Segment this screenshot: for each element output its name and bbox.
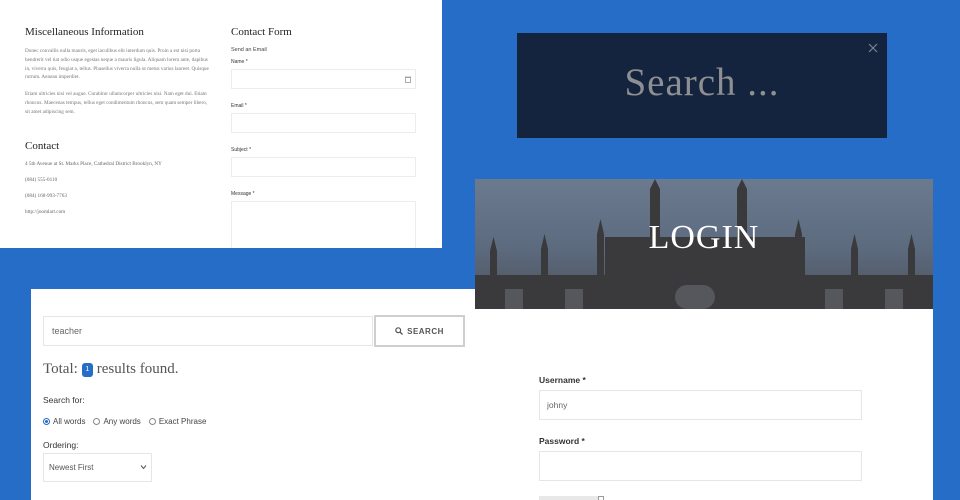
total-suffix: results found. <box>96 361 179 377</box>
ordering-select[interactable]: Newest First <box>43 453 152 482</box>
contact-info-panel: Miscellaneous Information Donec convalli… <box>0 0 442 248</box>
login-banner-image: LOGIN <box>475 179 933 309</box>
radio-all-words[interactable] <box>43 418 50 425</box>
option-exact-phrase-label: Exact Phrase <box>158 417 207 426</box>
misc-paragraph-1: Donec convallis nulla mauris, eget iacul… <box>25 48 209 81</box>
contact-form: Contact Form Send an Email Name * Email … <box>231 26 416 248</box>
remember-me-label <box>539 496 599 500</box>
contact-title: Contact <box>25 139 60 152</box>
password-label: Password * <box>539 436 585 446</box>
option-all-words[interactable]: All words <box>43 417 85 426</box>
ordering-label: Ordering: <box>43 440 79 450</box>
option-any-words-label: Any words <box>103 417 141 426</box>
chevron-down-icon <box>140 465 147 470</box>
ordering-value: Newest First <box>49 463 94 472</box>
option-any-words[interactable]: Any words <box>93 417 141 426</box>
name-label: Name * <box>231 59 248 65</box>
search-for-label: Search for: <box>43 395 85 405</box>
results-total: Total: 1 results found. <box>43 361 178 378</box>
misc-info-column: Miscellaneous Information Donec convalli… <box>25 26 210 225</box>
trash-icon[interactable] <box>405 76 411 83</box>
search-results-panel: teacher SEARCH Total: 1 results found. S… <box>31 289 475 500</box>
option-exact-phrase[interactable]: Exact Phrase <box>148 417 207 426</box>
radio-any-words[interactable] <box>93 418 101 425</box>
username-label: Username * <box>539 375 586 385</box>
message-label: Message * <box>231 191 255 197</box>
remember-me-checkbox[interactable] <box>598 496 604 500</box>
search-icon <box>395 327 404 335</box>
search-input[interactable]: teacher <box>43 316 373 346</box>
name-field[interactable] <box>231 69 416 89</box>
subject-label: Subject * <box>231 147 252 153</box>
misc-info-text: Donec convallis nulla mauris, eget iacul… <box>25 47 210 117</box>
close-icon[interactable] <box>868 43 878 53</box>
result-count-badge: 1 <box>81 362 93 377</box>
search-button[interactable]: SEARCH <box>374 315 465 347</box>
login-panel: LOGIN Username * johny Password * <box>475 179 933 500</box>
contact-form-subtitle: Send an Email <box>231 47 267 53</box>
contact-address: 4 5th Avenue at St. Marks Place, Cathedr… <box>25 160 162 167</box>
overlay-search-input[interactable]: Search ... <box>517 60 887 105</box>
password-input[interactable] <box>539 451 862 481</box>
message-field[interactable] <box>231 201 416 248</box>
contact-phone-2: (084) 168-993-7763 <box>25 192 67 199</box>
misc-info-title: Miscellaneous Information <box>25 26 144 38</box>
search-overlay: Search ... <box>517 33 887 138</box>
radio-exact-phrase[interactable] <box>148 418 156 425</box>
contact-phone-1: (084) 555-0110 <box>25 176 58 183</box>
search-mode-options: All words Any words Exact Phrase <box>43 417 206 426</box>
username-input[interactable]: johny <box>539 390 862 420</box>
total-prefix: Total: <box>43 361 78 377</box>
login-title: LOGIN <box>648 219 760 256</box>
subject-field[interactable] <box>231 157 416 177</box>
email-field[interactable] <box>231 113 416 133</box>
search-button-label: SEARCH <box>407 326 444 336</box>
contact-website-link[interactable]: http://joomlart.com <box>25 209 210 215</box>
email-label: Email * <box>231 103 247 109</box>
contact-form-title: Contact Form <box>231 26 292 38</box>
misc-paragraph-2: Etiam ultricies nisi vel augue. Curabitu… <box>25 91 208 115</box>
option-all-words-label: All words <box>53 417 86 426</box>
